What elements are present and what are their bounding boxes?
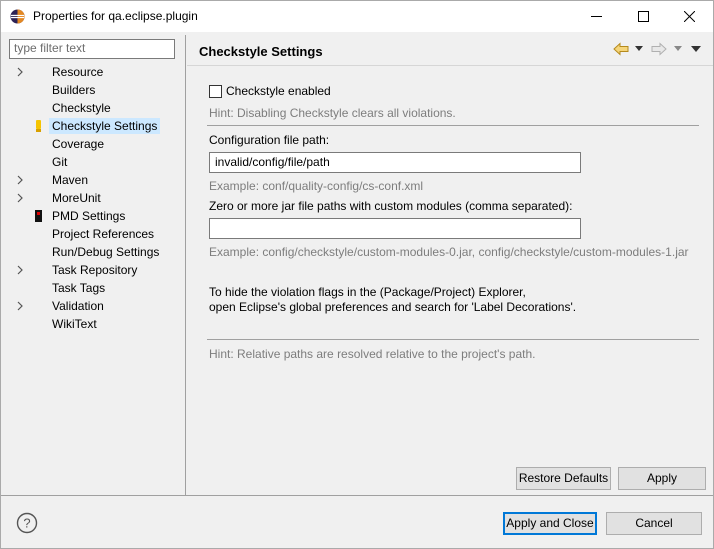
forward-arrow-icon[interactable] xyxy=(651,42,667,56)
filter-input[interactable] xyxy=(14,41,170,55)
view-menu-icon[interactable] xyxy=(691,46,701,52)
maximize-icon xyxy=(638,11,649,22)
checkstyle-icon xyxy=(36,120,41,132)
tree-item-maven[interactable]: Maven xyxy=(9,171,185,189)
jar-paths-label: Zero or more jar file paths with custom … xyxy=(209,199,573,213)
chevron-right-icon[interactable] xyxy=(15,67,25,77)
tree-item-run-debug-settings[interactable]: Run/Debug Settings xyxy=(9,243,185,261)
tree-item-resource[interactable]: Resource xyxy=(9,63,185,81)
tree-item-label: Resource xyxy=(52,65,104,79)
tree-item-label: Validation xyxy=(52,299,104,313)
tree-item-label: Checkstyle xyxy=(52,101,111,115)
tree-item-pmd-settings[interactable]: PMD Settings xyxy=(9,207,185,225)
tree-item-validation[interactable]: Validation xyxy=(9,297,185,315)
checkstyle-enabled-checkbox[interactable] xyxy=(209,85,222,98)
tree-item-label: Run/Debug Settings xyxy=(52,245,160,259)
tree-item-label: Project References xyxy=(52,227,155,241)
section-divider xyxy=(207,339,699,340)
tree-item-moreunit[interactable]: MoreUnit xyxy=(9,189,185,207)
tree-item-label: Git xyxy=(52,155,68,169)
config-path-example: Example: conf/quality-config/cs-conf.xml xyxy=(209,179,424,193)
hint-disable: Hint: Disabling Checkstyle clears all vi… xyxy=(209,106,456,120)
tree-item-task-tags[interactable]: Task Tags xyxy=(9,279,185,297)
page-title: Checkstyle Settings xyxy=(199,44,323,59)
violation-note-line2: open Eclipse's global preferences and se… xyxy=(209,300,577,314)
tree-item-coverage[interactable]: Coverage xyxy=(9,135,185,153)
config-path-value: invalid/config/file/path xyxy=(215,155,330,169)
tree-item-builders[interactable]: Builders xyxy=(9,81,185,99)
tree-item-checkstyle[interactable]: Checkstyle xyxy=(9,99,185,117)
eclipse-icon xyxy=(10,9,25,24)
tree-item-label: WikiText xyxy=(52,317,97,331)
pane-divider[interactable] xyxy=(185,35,186,495)
chevron-right-icon[interactable] xyxy=(15,301,25,311)
tree-item-label: Task Tags xyxy=(52,281,106,295)
section-divider xyxy=(207,125,699,126)
tree-item-task-repository[interactable]: Task Repository xyxy=(9,261,185,279)
tree-item-label: Builders xyxy=(52,83,96,97)
tree-item-label: Checkstyle Settings xyxy=(49,118,161,134)
tree-item-label: Maven xyxy=(52,173,89,187)
chevron-right-icon[interactable] xyxy=(15,193,25,203)
close-icon xyxy=(684,11,695,22)
maximize-button[interactable] xyxy=(621,1,667,32)
apply-and-close-button[interactable]: Apply and Close xyxy=(503,512,597,535)
apply-button[interactable]: Apply xyxy=(618,467,706,490)
tree-item-label: Task Repository xyxy=(52,263,138,277)
checkstyle-enabled-label[interactable]: Checkstyle enabled xyxy=(226,84,331,98)
chevron-right-icon[interactable] xyxy=(15,175,25,185)
tree-item-project-references[interactable]: Project References xyxy=(9,225,185,243)
title-separator xyxy=(187,65,713,66)
pmd-icon xyxy=(35,210,42,222)
jar-paths-example: Example: config/checkstyle/custom-module… xyxy=(209,245,689,259)
config-path-field[interactable]: invalid/config/file/path xyxy=(209,152,581,173)
window-title: Properties for qa.eclipse.plugin xyxy=(33,9,198,23)
tree-item-label: PMD Settings xyxy=(52,209,126,223)
minimize-button[interactable] xyxy=(574,1,620,32)
restore-defaults-button[interactable]: Restore Defaults xyxy=(516,467,611,490)
page-navigation xyxy=(613,41,705,59)
svg-text:?: ? xyxy=(23,516,30,531)
filter-field[interactable] xyxy=(9,39,175,59)
chevron-right-icon[interactable] xyxy=(15,265,25,275)
jar-paths-field[interactable] xyxy=(209,218,581,239)
tree-item-label: Coverage xyxy=(52,137,105,151)
back-dropdown-icon[interactable] xyxy=(635,46,643,52)
back-arrow-icon[interactable] xyxy=(613,42,629,56)
cancel-button[interactable]: Cancel xyxy=(606,512,702,535)
violation-note-line1: To hide the violation flags in the (Pack… xyxy=(209,285,526,299)
title-bar: Properties for qa.eclipse.plugin xyxy=(1,1,713,32)
config-path-label: Configuration file path: xyxy=(209,133,330,147)
tree-item-checkstyle-settings[interactable]: Checkstyle Settings xyxy=(9,117,185,135)
tree-item-label: MoreUnit xyxy=(52,191,101,205)
close-button[interactable] xyxy=(667,1,713,32)
forward-dropdown-icon[interactable] xyxy=(674,46,682,52)
hint-relative: Hint: Relative paths are resolved relati… xyxy=(209,347,536,361)
tree-item-git[interactable]: Git xyxy=(9,153,185,171)
help-icon[interactable]: ? xyxy=(16,512,38,534)
properties-dialog: Properties for qa.eclipse.plugin Resourc… xyxy=(0,0,714,549)
footer-separator xyxy=(1,495,713,496)
minimize-icon xyxy=(591,16,602,17)
tree-item-wikitext[interactable]: WikiText xyxy=(9,315,185,333)
